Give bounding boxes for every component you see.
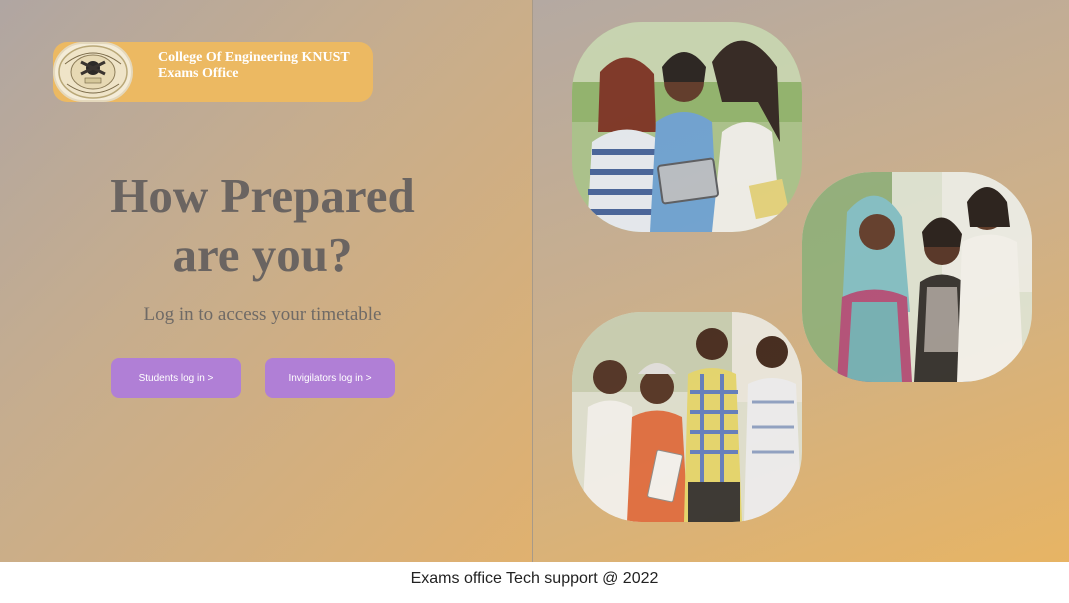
brand-bar: College Of Engineering KNUST Exams Offic… <box>53 42 373 102</box>
title-line1: How Prepared <box>110 168 415 223</box>
students-photo-2 <box>802 172 1032 382</box>
page-subtitle: Log in to access your timetable <box>143 304 382 325</box>
students-photo-1 <box>572 22 802 232</box>
org-name-line2: Exams Office <box>158 66 239 81</box>
students-photo-3 <box>572 312 802 522</box>
footer: Exams office Tech support @ 2022 <box>0 562 1069 603</box>
students-login-button[interactable]: Students log in > <box>111 358 241 398</box>
org-name-line1: College Of Engineering KNUST <box>158 50 350 65</box>
invigilators-login-button[interactable]: Invigilators log in > <box>265 358 395 398</box>
title-line2: are you? <box>172 227 353 282</box>
college-crest-icon <box>53 42 133 102</box>
footer-text: Exams office Tech support @ 2022 <box>410 569 659 587</box>
org-name: College Of Engineering KNUST Exams Offic… <box>158 50 368 82</box>
page-title: How Prepared are you? <box>60 166 465 284</box>
landing-stage: College Of Engineering KNUST Exams Offic… <box>0 0 1069 562</box>
